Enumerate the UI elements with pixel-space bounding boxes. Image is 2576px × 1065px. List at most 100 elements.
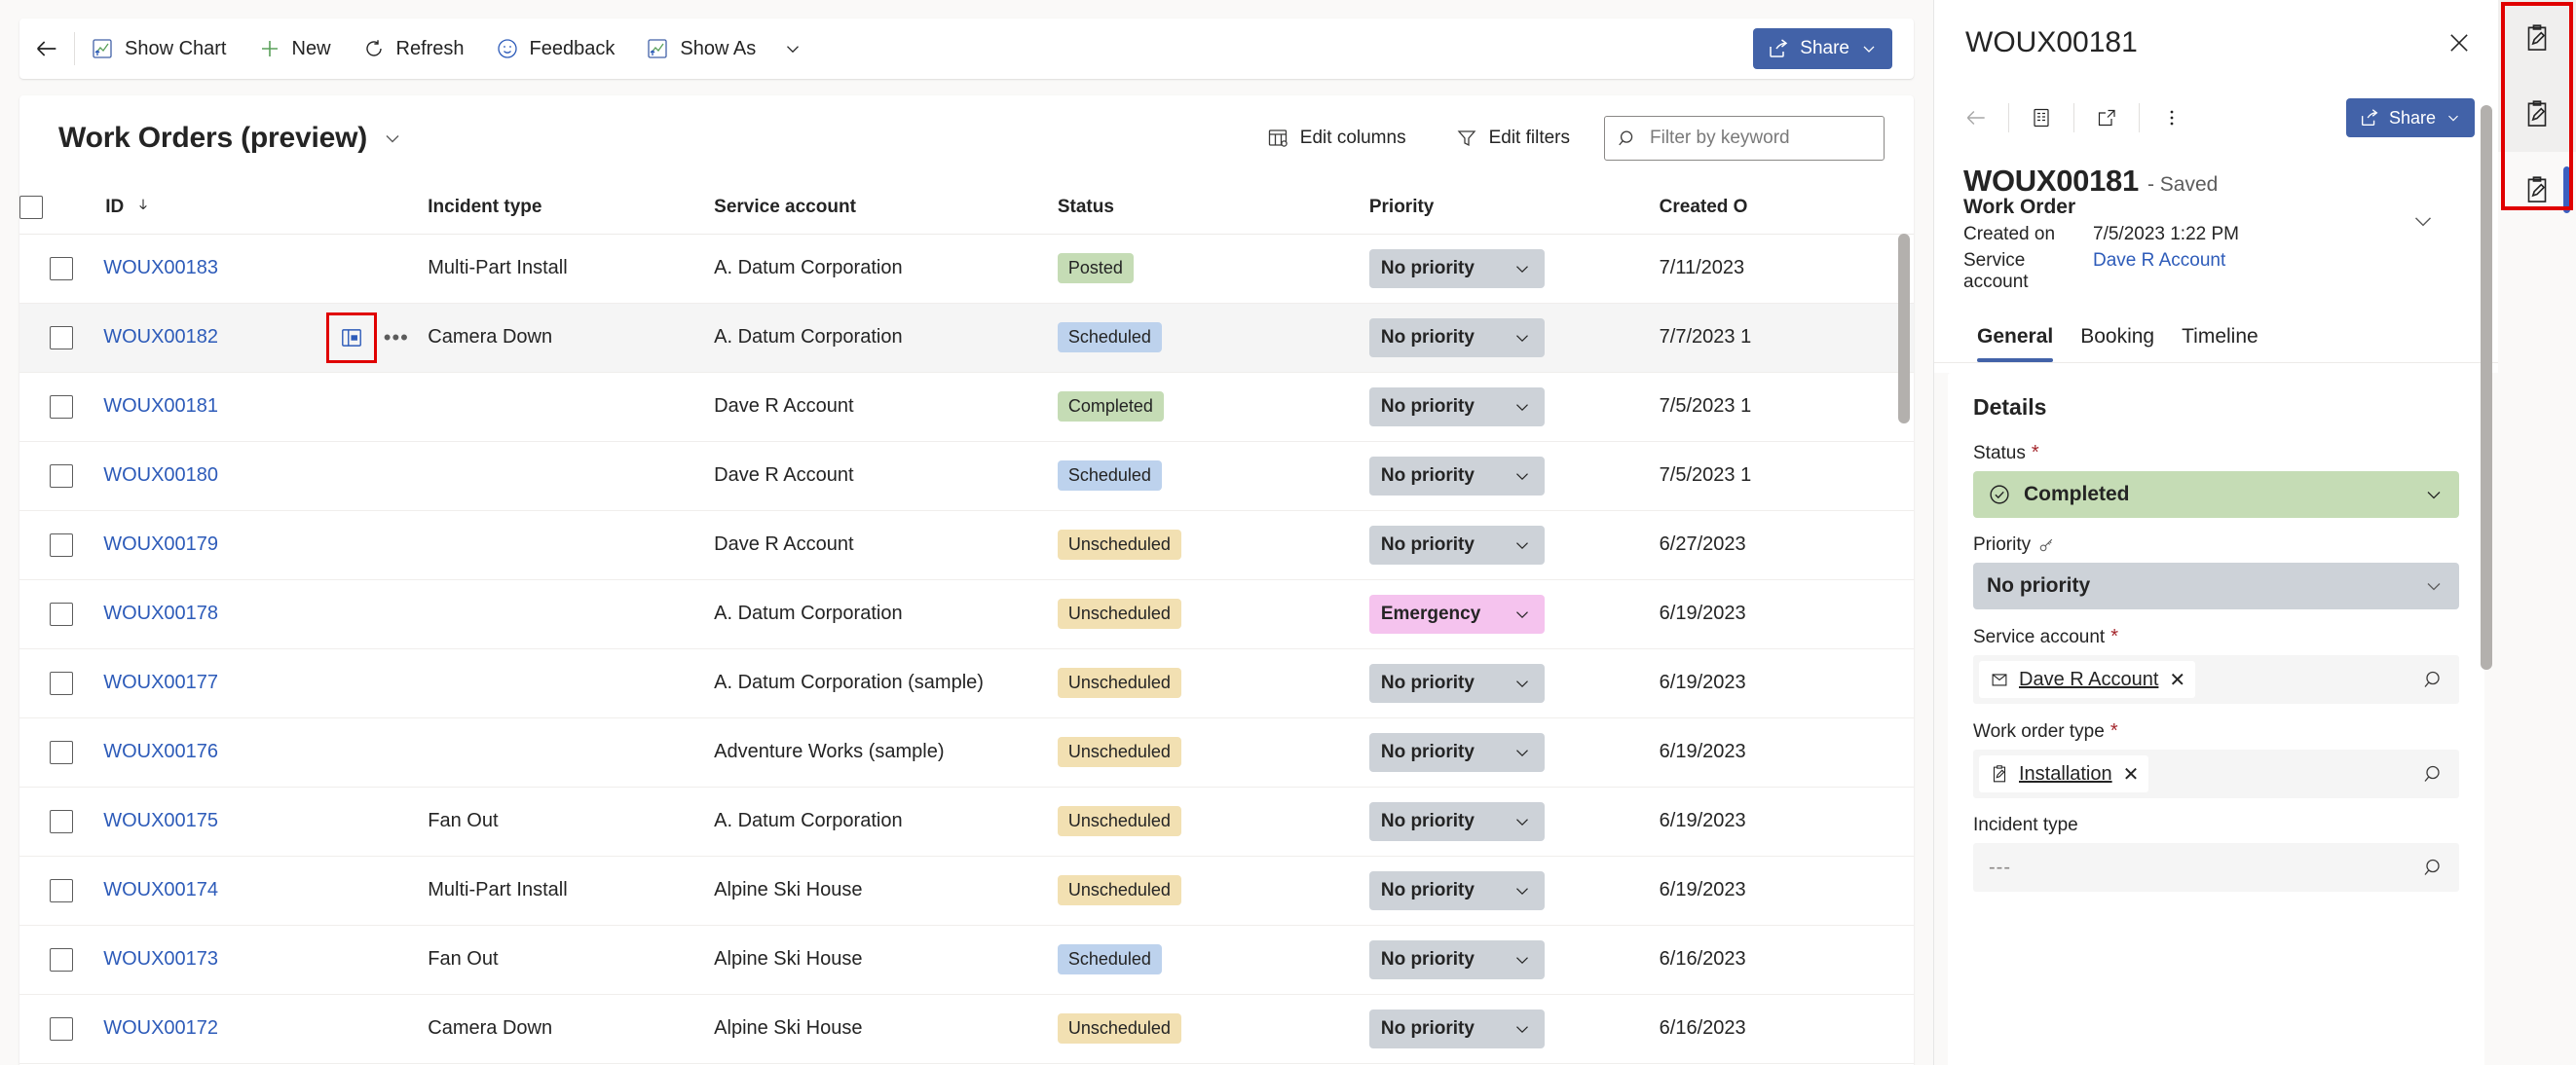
grid-vertical-scrollbar[interactable] — [1898, 234, 1910, 730]
row-checkbox[interactable] — [50, 463, 74, 488]
row-checkbox[interactable] — [50, 878, 74, 902]
row-priority-cell[interactable]: No priority — [1368, 510, 1660, 580]
row-id-link[interactable]: WOUX00174 — [103, 879, 218, 900]
table-row[interactable]: WOUX00175 Fan Out A. Datum Corporation Unsc… — [19, 787, 1914, 857]
row-id-cell[interactable]: WOUX00174 — [103, 856, 326, 926]
tab-general[interactable]: General — [1963, 325, 2067, 362]
row-select-cell[interactable] — [19, 579, 104, 649]
table-row[interactable]: WOUX00177 A. Datum Corporation (sample) Un… — [19, 648, 1914, 718]
row-id-cell[interactable]: WOUX00177 — [103, 648, 326, 718]
column-header-created-on[interactable]: Created O — [1659, 181, 1914, 235]
column-header-incident-type[interactable]: Incident type — [428, 181, 715, 235]
row-hover-actions-cell[interactable] — [325, 994, 429, 1064]
row-id-link[interactable]: WOUX00177 — [103, 672, 218, 693]
table-row[interactable]: WOUX00183 Multi-Part Install A. Datum Corp… — [19, 234, 1914, 304]
panel-form-button[interactable] — [2017, 94, 2066, 141]
feedback-button[interactable]: Feedback — [480, 18, 631, 79]
row-hover-actions-cell[interactable] — [325, 372, 429, 442]
panel-share-button[interactable]: Share — [2345, 98, 2475, 137]
row-select-cell[interactable] — [19, 717, 104, 788]
row-select-cell[interactable] — [19, 925, 104, 995]
row-id-cell[interactable]: WOUX00182 — [103, 303, 326, 373]
row-id-link[interactable]: WOUX00172 — [103, 1017, 218, 1039]
row-id-link[interactable]: WOUX00180 — [103, 464, 218, 486]
row-id-cell[interactable]: WOUX00180 — [103, 441, 326, 511]
service-account-chip-text[interactable]: Dave R Account — [2019, 669, 2158, 691]
row-hover-actions-cell[interactable] — [325, 856, 429, 926]
row-checkbox[interactable] — [50, 532, 74, 557]
row-id-cell[interactable]: WOUX00175 — [103, 787, 326, 857]
table-row[interactable]: WOUX00172 Camera Down Alpine Ski House Unsc… — [19, 994, 1914, 1064]
row-select-cell[interactable] — [19, 994, 104, 1064]
row-select-cell[interactable] — [19, 234, 104, 304]
row-priority-cell[interactable]: Emergency — [1368, 579, 1660, 649]
priority-dropdown[interactable]: No priority — [1368, 386, 1545, 426]
close-icon[interactable] — [2445, 29, 2473, 56]
view-selector-chevron-down-icon[interactable] — [381, 127, 404, 150]
select-all-header[interactable] — [19, 181, 104, 235]
table-row[interactable]: WOUX00180 Dave R Account Scheduled No prior… — [19, 441, 1914, 511]
rail-item-work-order-2[interactable] — [2498, 76, 2576, 152]
service-account-lookup[interactable]: Dave R Account ✕ — [1973, 655, 2459, 704]
select-all-checkbox[interactable] — [19, 195, 43, 219]
column-header-status[interactable]: Status — [1057, 181, 1369, 235]
priority-dropdown[interactable]: No priority — [1368, 248, 1545, 288]
row-hover-actions-cell[interactable] — [325, 787, 429, 857]
row-id-link[interactable]: WOUX00181 — [103, 395, 218, 417]
priority-dropdown[interactable]: No priority — [1368, 870, 1545, 910]
incident-type-lookup[interactable]: --- — [1973, 843, 2459, 892]
row-select-cell[interactable] — [19, 856, 104, 926]
row-hover-actions-cell[interactable] — [325, 648, 429, 718]
row-checkbox[interactable] — [50, 256, 74, 280]
column-header-id[interactable]: ID — [103, 181, 429, 235]
row-id-cell[interactable]: WOUX00183 — [103, 234, 326, 304]
share-button[interactable]: Share — [1753, 28, 1892, 69]
row-id-cell[interactable]: WOUX00173 — [103, 925, 326, 995]
panel-vertical-scrollbar[interactable] — [2481, 105, 2492, 670]
priority-dropdown[interactable]: No priority — [1368, 456, 1545, 496]
table-row[interactable]: WOUX00176 Adventure Works (sample) Unsched… — [19, 717, 1914, 788]
record-header-expand-chevron-down-icon[interactable] — [2408, 206, 2438, 236]
row-select-cell[interactable] — [19, 303, 104, 373]
row-id-link[interactable]: WOUX00179 — [103, 533, 218, 555]
priority-dropdown[interactable]: No priority — [1368, 732, 1545, 772]
row-id-link[interactable]: WOUX00178 — [103, 603, 218, 624]
edit-filters-button[interactable]: Edit filters — [1442, 118, 1583, 159]
rail-item-work-order-1[interactable] — [2498, 0, 2576, 76]
column-header-priority[interactable]: Priority — [1368, 181, 1660, 235]
column-header-service-account[interactable]: Service account — [714, 181, 1058, 235]
row-hover-actions-cell[interactable] — [325, 925, 429, 995]
back-button[interactable] — [19, 18, 74, 79]
priority-dropdown[interactable]: No priority — [1368, 317, 1545, 357]
row-hover-actions-cell[interactable] — [325, 441, 429, 511]
row-checkbox[interactable] — [50, 671, 74, 695]
row-id-cell[interactable]: WOUX00172 — [103, 994, 326, 1064]
search-input[interactable] — [1650, 128, 1872, 149]
lookup-search-icon[interactable] — [2422, 856, 2445, 879]
priority-dropdown[interactable]: No priority — [1368, 663, 1545, 703]
row-checkbox[interactable] — [50, 947, 74, 972]
row-priority-cell[interactable]: No priority — [1368, 372, 1660, 442]
table-row[interactable]: WOUX00182 ••• Camera Down A. Datum Corporat… — [19, 303, 1914, 373]
panel-back-button[interactable] — [1952, 94, 2000, 141]
panel-more-commands-button[interactable] — [2147, 94, 2196, 141]
priority-dropdown[interactable]: No priority — [1368, 939, 1545, 979]
row-select-cell[interactable] — [19, 510, 104, 580]
lookup-search-icon[interactable] — [2422, 668, 2445, 691]
table-row[interactable]: WOUX00179 Dave R Account Unscheduled No pri… — [19, 510, 1914, 580]
row-hover-actions-cell[interactable]: ••• — [325, 303, 429, 373]
row-checkbox[interactable] — [50, 809, 74, 833]
edit-columns-button[interactable]: Edit columns — [1253, 118, 1419, 159]
table-row[interactable]: WOUX00178 A. Datum Corporation Unscheduled… — [19, 579, 1914, 649]
row-id-cell[interactable]: WOUX00179 — [103, 510, 326, 580]
row-priority-cell[interactable]: No priority — [1368, 994, 1660, 1064]
row-checkbox[interactable] — [50, 602, 74, 626]
row-id-cell[interactable]: WOUX00176 — [103, 717, 326, 788]
show-chart-button[interactable]: Show Chart — [75, 18, 243, 79]
row-id-link[interactable]: WOUX00183 — [103, 257, 218, 278]
grid-scrollbar-thumb[interactable] — [1898, 234, 1910, 423]
row-id-cell[interactable]: WOUX00178 — [103, 579, 326, 649]
row-priority-cell[interactable]: No priority — [1368, 234, 1660, 304]
priority-dropdown[interactable]: No priority — [1368, 1009, 1545, 1048]
row-priority-cell[interactable]: No priority — [1368, 856, 1660, 926]
